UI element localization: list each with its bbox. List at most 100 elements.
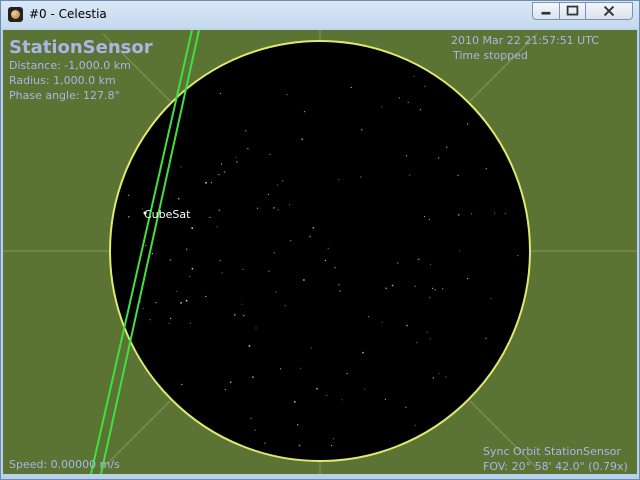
star: [267, 193, 270, 195]
sync-orbit-status: Sync Orbit StationSensor: [483, 445, 621, 458]
star: [416, 342, 418, 344]
star: [269, 153, 271, 155]
star: [273, 207, 275, 209]
star: [284, 305, 286, 307]
star: [250, 417, 252, 419]
star: [289, 204, 291, 206]
star: [242, 268, 244, 270]
star: [243, 315, 245, 317]
star: [324, 259, 326, 262]
minimize-icon: [541, 11, 551, 15]
star: [142, 307, 144, 310]
title-bar[interactable]: #0 - Celestia: [1, 1, 639, 29]
star: [252, 376, 254, 378]
star: [205, 295, 207, 298]
star: [170, 317, 172, 319]
star: [297, 424, 299, 426]
star: [457, 174, 459, 176]
star: [384, 398, 386, 400]
star: [290, 240, 292, 242]
star: [303, 279, 305, 281]
star: [276, 184, 279, 186]
star: [490, 298, 492, 300]
celestia-app-icon[interactable]: [8, 7, 23, 22]
star: [428, 218, 431, 220]
star: [364, 388, 366, 390]
star: [275, 291, 277, 293]
star: [255, 327, 257, 329]
star: [221, 163, 223, 165]
star: [368, 316, 370, 318]
star: [180, 166, 182, 168]
star: [414, 424, 416, 426]
star: [485, 337, 487, 340]
star: [309, 235, 311, 238]
star: [218, 209, 220, 211]
star: [350, 86, 352, 89]
star: [432, 287, 434, 289]
star: [346, 372, 348, 375]
maximize-button[interactable]: [559, 2, 586, 20]
star: [339, 290, 341, 292]
star: [229, 381, 232, 384]
star: [406, 155, 408, 157]
star: [362, 351, 364, 354]
distance-readout: Distance: -1,000.0 km: [9, 59, 131, 72]
star: [264, 442, 266, 444]
celestia-viewport[interactable]: StationSensor Distance: -1,000.0 km Radi…: [3, 30, 637, 474]
star: [216, 226, 218, 228]
star: [236, 161, 238, 163]
star: [268, 270, 270, 272]
star: [407, 101, 409, 103]
star: [406, 324, 408, 327]
star: [241, 303, 243, 305]
star: [169, 259, 172, 261]
selected-object-name: StationSensor: [9, 37, 153, 58]
star: [413, 75, 415, 77]
star: [223, 171, 226, 173]
star: [381, 106, 383, 108]
star: [414, 285, 416, 287]
speed-readout: Speed: 0.00000 m/s: [9, 458, 120, 471]
star: [332, 438, 334, 440]
star: [471, 213, 473, 215]
star: [248, 345, 251, 347]
star: [145, 244, 147, 247]
close-button[interactable]: [585, 2, 633, 20]
star: [279, 368, 282, 370]
star: [191, 267, 194, 270]
star: [219, 260, 221, 262]
star: [189, 322, 191, 324]
star: [424, 215, 426, 218]
star: [254, 429, 256, 431]
star: [429, 338, 431, 340]
window-title: #0 - Celestia: [29, 7, 107, 21]
star: [277, 209, 279, 211]
star: [459, 250, 461, 252]
star: [247, 148, 249, 150]
star: [398, 97, 400, 99]
star: [517, 255, 519, 257]
minimize-button[interactable]: [532, 2, 560, 20]
star: [181, 383, 183, 385]
star: [273, 252, 275, 254]
star: [417, 258, 420, 261]
star: [218, 174, 220, 176]
star: [338, 178, 340, 181]
star: [301, 138, 304, 141]
star: [205, 181, 207, 184]
star: [432, 377, 434, 379]
star: [409, 174, 411, 176]
star: [360, 128, 363, 131]
star: [494, 212, 496, 214]
star: [224, 389, 226, 391]
star: [282, 180, 284, 182]
star: [310, 347, 312, 349]
star: [303, 111, 306, 113]
star: [405, 406, 407, 408]
star: [485, 168, 487, 170]
cubesat-label[interactable]: CubeSat: [144, 208, 190, 221]
star: [180, 302, 183, 304]
station-sensor-disk[interactable]: [109, 40, 531, 462]
star: [334, 267, 336, 269]
